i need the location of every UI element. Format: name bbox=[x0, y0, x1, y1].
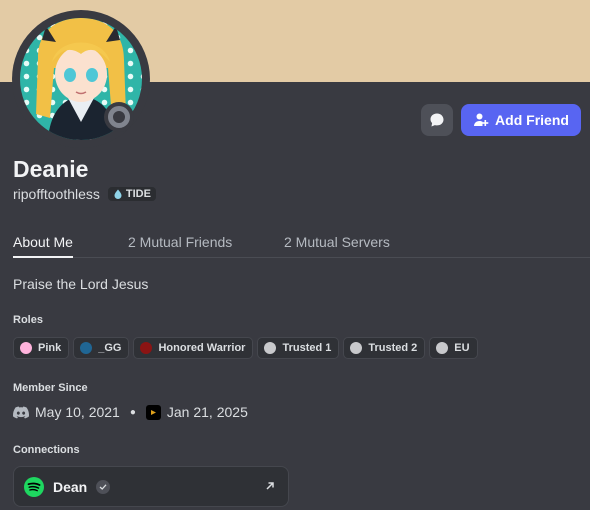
role-label: Trusted 2 bbox=[368, 342, 418, 354]
role-color-dot bbox=[140, 342, 153, 354]
role-label: _GG bbox=[98, 342, 122, 354]
role-label: Pink bbox=[38, 342, 62, 354]
spotify-icon bbox=[24, 476, 44, 497]
role-gg[interactable]: _GG bbox=[73, 337, 130, 359]
role-eu[interactable]: EU bbox=[429, 337, 478, 359]
server-member-date: Jan 21, 2025 bbox=[166, 404, 248, 420]
role-color-dot bbox=[80, 342, 93, 354]
status-offline-icon bbox=[108, 106, 130, 128]
guild-tag-label: TIDE bbox=[125, 188, 151, 200]
tab-about-me[interactable]: About Me bbox=[13, 234, 73, 258]
guild-tag-badge[interactable]: TIDE bbox=[107, 187, 156, 201]
role-honored-warrior[interactable]: Honored Warrior bbox=[133, 337, 254, 359]
discord-icon bbox=[13, 406, 29, 418]
role-label: Trusted 1 bbox=[282, 342, 332, 354]
member-since-title: Member Since bbox=[13, 382, 88, 394]
role-pink[interactable]: Pink bbox=[13, 337, 70, 359]
verified-check-icon bbox=[96, 479, 111, 494]
drop-icon bbox=[114, 189, 122, 199]
role-trusted-2[interactable]: Trusted 2 bbox=[343, 337, 426, 359]
role-label: EU bbox=[454, 342, 470, 354]
connection-spotify[interactable]: Dean bbox=[13, 466, 289, 507]
role-color-dot bbox=[20, 342, 32, 354]
profile-tabs: About Me 2 Mutual Friends 2 Mutual Serve… bbox=[13, 234, 590, 258]
username: ripofftoothless bbox=[13, 186, 100, 202]
chat-bubble-icon bbox=[430, 113, 444, 127]
role-color-dot bbox=[350, 342, 363, 354]
role-trusted-1[interactable]: Trusted 1 bbox=[257, 337, 340, 359]
display-name: Deanie bbox=[13, 156, 89, 182]
server-logo-icon bbox=[150, 409, 156, 415]
bio-text: Praise the Lord Jesus bbox=[13, 276, 149, 292]
roles-title: Roles bbox=[13, 314, 43, 326]
role-label: Honored Warrior bbox=[158, 342, 246, 354]
role-color-dot bbox=[264, 342, 277, 354]
role-color-dot bbox=[436, 342, 449, 354]
tab-mutual-servers[interactable]: 2 Mutual Servers bbox=[284, 234, 390, 258]
member-since-row: May 10, 2021 ● Jan 21, 2025 bbox=[13, 404, 248, 420]
external-link-icon[interactable] bbox=[264, 480, 276, 492]
tab-mutual-friends[interactable]: 2 Mutual Friends bbox=[128, 234, 232, 258]
username-row: ripofftoothless TIDE bbox=[13, 186, 156, 202]
roles-list: Pink _GG Honored Warrior Trusted 1 Trust… bbox=[13, 337, 478, 359]
discord-member-date: May 10, 2021 bbox=[35, 404, 120, 420]
add-friend-button[interactable]: Add Friend bbox=[461, 104, 581, 136]
separator-dot: ● bbox=[129, 406, 136, 418]
server-icon bbox=[145, 404, 161, 420]
add-friend-label: Add Friend bbox=[495, 112, 569, 128]
connection-name: Dean bbox=[53, 478, 88, 495]
connections-title: Connections bbox=[13, 444, 80, 456]
message-button[interactable] bbox=[421, 104, 453, 136]
add-user-icon bbox=[474, 113, 489, 126]
